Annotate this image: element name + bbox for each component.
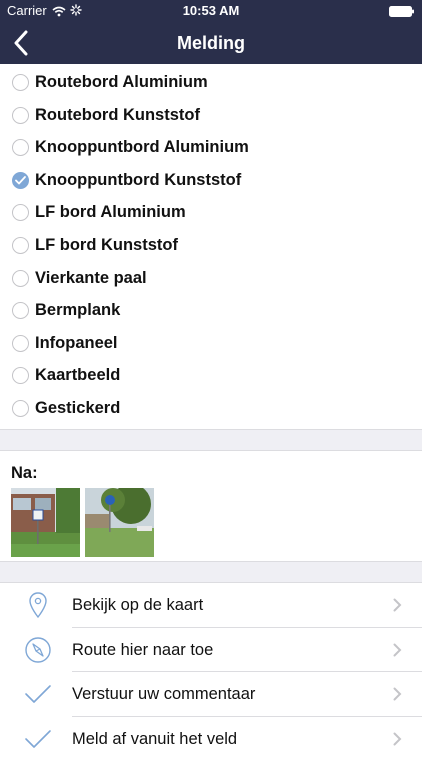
radio-button[interactable] bbox=[12, 107, 29, 124]
option-lf-bord-aluminium[interactable]: LF bord Aluminium bbox=[0, 196, 422, 229]
option-label: Vierkante paal bbox=[35, 269, 147, 288]
battery-icon bbox=[389, 5, 415, 20]
radio-button-checked[interactable] bbox=[12, 172, 29, 189]
option-lf-bord-kunststof[interactable]: LF bord Kunststof bbox=[0, 229, 422, 262]
radio-button[interactable] bbox=[12, 270, 29, 287]
navigation-bar: Carrier 10:53 AM bbox=[0, 0, 422, 64]
sign-type-list: Routebord Aluminium Routebord Kunststof … bbox=[0, 66, 422, 425]
radio-button[interactable] bbox=[12, 237, 29, 254]
radio-button[interactable] bbox=[12, 335, 29, 352]
action-label: Verstuur uw commentaar bbox=[72, 685, 255, 704]
option-routebord-kunststof[interactable]: Routebord Kunststof bbox=[0, 99, 422, 132]
option-label: Gestickerd bbox=[35, 399, 120, 418]
option-label: Knooppuntbord Kunststof bbox=[35, 171, 241, 190]
option-label: Knooppuntbord Aluminium bbox=[35, 138, 249, 157]
route-to-here-item[interactable]: Route hier naar toe bbox=[0, 628, 422, 673]
view-on-map-item[interactable]: Bekijk op de kaart bbox=[0, 583, 422, 628]
option-label: LF bord Aluminium bbox=[35, 203, 186, 222]
send-comment-item[interactable]: Verstuur uw commentaar bbox=[0, 672, 422, 717]
status-time: 10:53 AM bbox=[0, 3, 422, 18]
radio-button[interactable] bbox=[12, 302, 29, 319]
chevron-right-icon bbox=[393, 687, 402, 706]
actions-list: Bekijk op de kaart Route hier naar toe V… bbox=[0, 583, 422, 761]
action-label: Route hier naar toe bbox=[72, 641, 213, 660]
radio-button[interactable] bbox=[12, 139, 29, 156]
chevron-right-icon bbox=[393, 732, 402, 751]
option-label: Infopaneel bbox=[35, 334, 118, 353]
option-routebord-aluminium[interactable]: Routebord Aluminium bbox=[0, 66, 422, 99]
photo-thumbnail[interactable] bbox=[85, 488, 154, 557]
option-knooppuntbord-aluminium[interactable]: Knooppuntbord Aluminium bbox=[0, 131, 422, 164]
action-label: Bekijk op de kaart bbox=[72, 596, 203, 615]
checkmark-icon bbox=[24, 725, 52, 753]
option-label: Routebord Aluminium bbox=[35, 73, 208, 92]
photos-label: Na: bbox=[11, 464, 38, 483]
report-from-field-item[interactable]: Meld af vanuit het veld bbox=[0, 717, 422, 761]
option-infopaneel[interactable]: Infopaneel bbox=[0, 327, 422, 360]
option-bermplank[interactable]: Bermplank bbox=[0, 294, 422, 327]
map-pin-icon bbox=[24, 591, 52, 619]
radio-button[interactable] bbox=[12, 400, 29, 417]
option-label: Routebord Kunststof bbox=[35, 106, 200, 125]
radio-button[interactable] bbox=[12, 367, 29, 384]
checkmark-icon bbox=[15, 176, 26, 185]
page-title: Melding bbox=[0, 33, 422, 54]
radio-button[interactable] bbox=[12, 204, 29, 221]
section-separator bbox=[0, 429, 422, 451]
chevron-right-icon bbox=[393, 643, 402, 662]
compass-icon bbox=[24, 636, 52, 664]
action-label: Meld af vanuit het veld bbox=[72, 730, 237, 749]
photo-thumbnail[interactable] bbox=[11, 488, 80, 557]
option-vierkante-paal[interactable]: Vierkante paal bbox=[0, 262, 422, 295]
option-knooppuntbord-kunststof[interactable]: Knooppuntbord Kunststof bbox=[0, 164, 422, 197]
section-separator bbox=[0, 561, 422, 583]
radio-button[interactable] bbox=[12, 74, 29, 91]
photo-image bbox=[85, 488, 154, 557]
option-kaartbeeld[interactable]: Kaartbeeld bbox=[0, 359, 422, 392]
checkmark-icon bbox=[24, 680, 52, 708]
option-gestickerd[interactable]: Gestickerd bbox=[0, 392, 422, 425]
status-bar: Carrier 10:53 AM bbox=[0, 0, 422, 22]
option-label: LF bord Kunststof bbox=[35, 236, 178, 255]
option-label: Kaartbeeld bbox=[35, 366, 120, 385]
chevron-right-icon bbox=[393, 598, 402, 617]
photo-image bbox=[11, 488, 80, 557]
option-label: Bermplank bbox=[35, 301, 120, 320]
